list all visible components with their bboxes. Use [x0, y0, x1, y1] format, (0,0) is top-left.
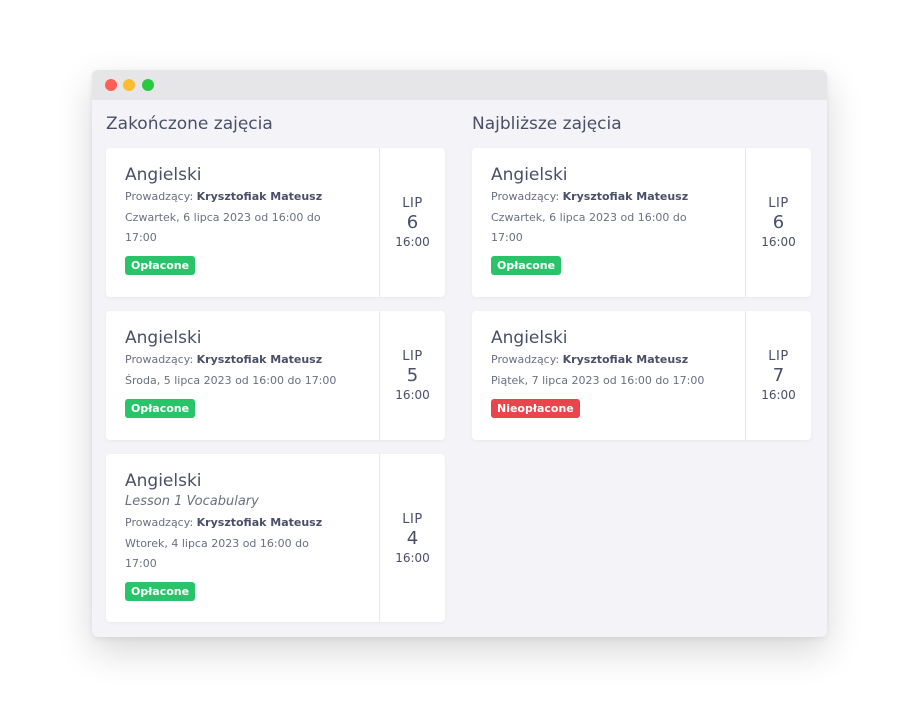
teacher-name: Krysztofiak Mateusz	[196, 353, 323, 366]
class-time: 16:00	[395, 550, 430, 565]
class-month: LIP	[402, 349, 423, 364]
class-datetime: Środa, 5 lipca 2023 od 16:00 do 17:00	[125, 374, 337, 387]
maximize-window-button[interactable]	[142, 79, 154, 91]
class-month: LIP	[768, 196, 789, 211]
class-teacher: Prowadzący: Krysztofiak Mateusz	[125, 353, 323, 366]
class-time: 16:00	[761, 388, 796, 402]
class-time: 16:00	[395, 235, 430, 249]
class-time: 16:00	[761, 235, 796, 249]
class-datetime: Piątek, 7 lipca 2023 od 16:00 do 17:00	[491, 374, 705, 387]
status-badge: Opłacone	[125, 399, 196, 418]
minimize-window-button[interactable]	[123, 79, 135, 91]
class-card[interactable]: Angielski Prowadzący: Krysztofiak Mateus…	[472, 311, 811, 440]
title-bar	[92, 70, 827, 100]
close-window-button[interactable]	[105, 79, 117, 91]
class-day: 5	[406, 365, 419, 386]
class-details: Angielski Prowadzący: Krysztofiak Mateus…	[491, 327, 741, 418]
class-month: LIP	[402, 196, 423, 211]
class-teacher: Prowadzący: Krysztofiak Mateusz	[491, 353, 689, 366]
class-card[interactable]: Angielski Prowadzący: Krysztofiak Mateus…	[472, 148, 811, 297]
class-subject: Angielski	[491, 328, 568, 348]
class-teacher: Prowadzący: Krysztofiak Mateusz	[125, 190, 323, 203]
class-details: Angielski Prowadzący: Krysztofiak Mateus…	[125, 164, 375, 275]
app-window: Zakończone zajęcia Angielski Prowadzący:…	[92, 70, 827, 637]
class-details: Angielski Lesson 1 Vocabulary Prowadzący…	[125, 470, 375, 601]
class-subject: Angielski	[125, 328, 202, 348]
upcoming-classes-title: Najbliższe zajęcia	[472, 114, 622, 134]
class-subject: Angielski	[125, 165, 202, 185]
status-badge: Opłacone	[125, 582, 196, 601]
finished-classes-title: Zakończone zajęcia	[106, 114, 273, 134]
class-time: 16:00	[395, 388, 430, 402]
class-datetime: Wtorek, 4 lipca 2023 od 16:00 do 17:00	[125, 537, 309, 570]
class-day: 7	[772, 365, 785, 386]
class-date-tile: LIP 7 16:00	[745, 311, 811, 440]
class-date-tile: LIP 6 16:00	[379, 148, 445, 297]
class-day: 6	[406, 212, 419, 233]
status-badge: Opłacone	[491, 256, 562, 275]
class-card[interactable]: Angielski Prowadzący: Krysztofiak Mateus…	[106, 148, 445, 297]
status-badge: Opłacone	[125, 256, 196, 275]
class-month: LIP	[768, 349, 789, 364]
class-date-tile: LIP 5 16:00	[379, 311, 445, 440]
class-date-tile: LIP 6 16:00	[745, 148, 811, 297]
class-datetime: Czwartek, 6 lipca 2023 od 16:00 do 17:00	[125, 211, 321, 244]
class-datetime: Czwartek, 6 lipca 2023 od 16:00 do 17:00	[491, 211, 687, 244]
lesson-title: Lesson 1 Vocabulary	[125, 494, 259, 509]
class-details: Angielski Prowadzący: Krysztofiak Mateus…	[491, 164, 741, 275]
status-badge: Nieopłacone	[491, 399, 580, 418]
teacher-name: Krysztofiak Mateusz	[196, 516, 323, 529]
class-day: 6	[772, 212, 785, 233]
class-details: Angielski Prowadzący: Krysztofiak Mateus…	[125, 327, 375, 418]
class-teacher: Prowadzący: Krysztofiak Mateusz	[125, 516, 323, 529]
class-month: LIP	[402, 511, 423, 527]
class-subject: Angielski	[491, 165, 568, 185]
class-day: 4	[406, 527, 419, 549]
class-date-tile: LIP 4 16:00	[379, 454, 445, 622]
class-card[interactable]: Angielski Lesson 1 Vocabulary Prowadzący…	[106, 454, 445, 622]
class-teacher: Prowadzący: Krysztofiak Mateusz	[491, 190, 689, 203]
class-subject: Angielski	[125, 471, 202, 491]
teacher-name: Krysztofiak Mateusz	[562, 190, 689, 203]
teacher-name: Krysztofiak Mateusz	[562, 353, 689, 366]
class-card[interactable]: Angielski Prowadzący: Krysztofiak Mateus…	[106, 311, 445, 440]
teacher-name: Krysztofiak Mateusz	[196, 190, 323, 203]
